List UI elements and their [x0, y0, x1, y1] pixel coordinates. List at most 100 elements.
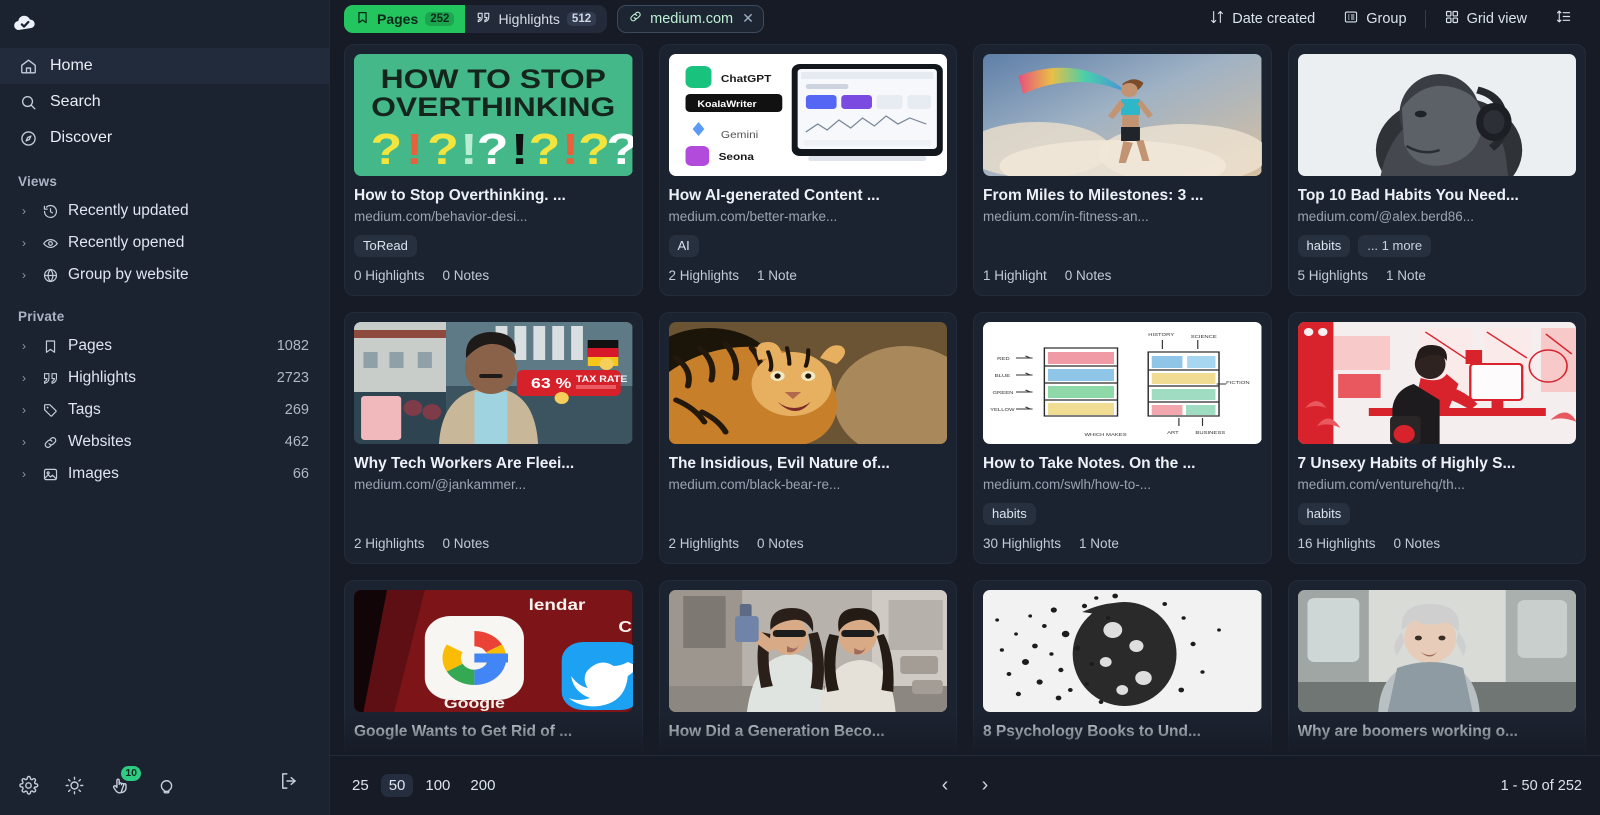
page-size-100[interactable]: 100 [417, 774, 458, 797]
svg-text:RED: RED [997, 356, 1009, 361]
card-item[interactable]: The Insidious, Evil Nature of... medium.… [658, 311, 957, 564]
chevron-left-icon[interactable]: ‹ [934, 774, 956, 797]
page-size-50[interactable]: 50 [380, 774, 414, 797]
chevron-right-icon[interactable]: › [22, 269, 32, 281]
card-url: medium.com/behavior-desi... [354, 208, 528, 224]
card-tags [669, 503, 948, 525]
card-thumbnail [1297, 589, 1576, 712]
sidebar-item-count: 2723 [276, 370, 309, 386]
quote-icon [41, 369, 59, 387]
chevron-right-icon[interactable]: › [22, 404, 32, 416]
chevron-right-icon[interactable]: › [22, 340, 32, 352]
card-title: 8 Psychology Books to Und... [983, 722, 1201, 740]
search-icon [18, 92, 38, 112]
sidebar-item-websites[interactable]: › Websites 462 [0, 426, 329, 458]
link-icon [41, 433, 59, 451]
sidebar-item-pages[interactable]: › Pages 1082 [0, 330, 329, 362]
card-item[interactable]: 8 Psychology Books to Und... [973, 579, 1272, 755]
density-button[interactable] [1541, 5, 1586, 33]
card-item[interactable]: ChatGPT KoalaWriter Gemini Seona How AI-… [658, 43, 957, 296]
sidebar-item-highlights[interactable]: › Highlights 2723 [0, 362, 329, 394]
filter-highlights-label: Highlights [498, 10, 560, 27]
toolbar-divider [1424, 9, 1426, 28]
svg-text:OVERTHINKING: OVERTHINKING [371, 92, 615, 122]
card-url: medium.com/@jankammer... [354, 476, 526, 492]
card-tags: habits [1297, 502, 1577, 525]
card-tag[interactable]: ToRead [354, 234, 417, 257]
sort-arrows-icon [1209, 9, 1225, 29]
card-tag[interactable]: habits [1297, 502, 1351, 525]
page-size-selector: 25 50 100 200 [344, 774, 503, 797]
card-thumbnail [1297, 321, 1576, 444]
svg-text:?: ? [529, 124, 561, 173]
chevron-right-icon[interactable]: › [22, 205, 32, 217]
sidebar-item-images[interactable]: › Images 66 [0, 458, 329, 490]
sidebar: Home Search Discover Views › Recently up… [0, 0, 330, 815]
cards-grid-viewport[interactable]: HOW TO STOP OVERTHINKING ? ! ? ! ? ! ? ! [330, 38, 1600, 755]
close-icon[interactable]: ✕ [740, 10, 754, 27]
card-title: Why are boomers working o... [1297, 722, 1518, 740]
cloud-check-icon[interactable] [10, 8, 40, 38]
page-size-200[interactable]: 200 [462, 774, 503, 797]
sidebar-item-group-by-website[interactable]: › Group by website [0, 259, 329, 291]
card-highlights-count: 2 Highlights [668, 267, 740, 283]
lightbulb-icon[interactable] [154, 773, 178, 797]
svg-text:?: ? [371, 124, 403, 173]
chevron-right-icon[interactable]: › [22, 372, 32, 384]
view-mode-button[interactable]: Grid view [1430, 5, 1541, 33]
card-item[interactable]: Why are boomers working o... [1287, 579, 1586, 755]
card-url: medium.com/in-fitness-an... [983, 208, 1149, 224]
filter-pages-label: Pages [377, 10, 419, 27]
sidebar-item-label: Highlights [68, 369, 137, 386]
chevron-right-icon[interactable]: › [22, 468, 32, 480]
sidebar-item-discover[interactable]: Discover [0, 120, 329, 156]
card-tag-more[interactable]: ... 1 more [1358, 234, 1432, 257]
sort-button[interactable]: Date created [1195, 5, 1329, 33]
card-notes-count: 0 Notes [757, 535, 804, 551]
page-size-25[interactable]: 25 [344, 774, 377, 797]
notifications-icon[interactable]: 10 [108, 766, 141, 797]
primary-nav: Home Search Discover [0, 48, 329, 156]
card-item[interactable]: Google lendar C Google Wants to Get Rid … [344, 579, 643, 755]
card-tag[interactable]: habits [983, 502, 1036, 525]
card-item[interactable]: HOW TO STOP OVERTHINKING ? ! ? ! ? ! ? ! [344, 43, 643, 296]
sidebar-item-tags[interactable]: › Tags 269 [0, 394, 329, 426]
gear-icon[interactable] [16, 773, 40, 797]
sidebar-item-recently-opened[interactable]: › Recently opened [0, 227, 329, 259]
filter-pages[interactable]: Pages 252 [344, 4, 466, 33]
card-item[interactable]: Top 10 Bad Habits You Need... medium.com… [1287, 43, 1586, 296]
svg-text:FICTION: FICTION [1226, 380, 1250, 385]
bottom-bar: 25 50 100 200 ‹ › 1 - 50 of 252 [330, 755, 1600, 815]
card-notes-count: 0 Notes [442, 267, 490, 283]
card-tags [354, 503, 633, 525]
filter-chip-website[interactable]: medium.com ✕ [617, 4, 764, 33]
card-item[interactable]: From Miles to Milestones: 3 ... medium.c… [973, 43, 1272, 296]
sidebar-item-label: Images [68, 465, 119, 482]
card-tags [983, 235, 1262, 257]
sidebar-item-search[interactable]: Search [0, 84, 329, 120]
filter-highlights[interactable]: Highlights 512 [465, 5, 607, 33]
chevron-right-icon[interactable]: › [22, 237, 32, 249]
filter-segmented-control: Pages 252 Highlights 512 [344, 4, 608, 33]
main-area: Pages 252 Highlights 512 medium.com ✕ Da… [330, 0, 1600, 815]
card-item[interactable]: 63 % TAX RATE Why Tech Workers Are Fleei… [344, 311, 643, 564]
card-highlights-count: 30 Highlights [983, 535, 1062, 551]
card-title: The Insidious, Evil Nature of... [668, 454, 890, 472]
group-button[interactable]: Group [1329, 5, 1420, 33]
sidebar-item-home[interactable]: Home [0, 48, 329, 84]
card-tag[interactable]: habits [1297, 234, 1351, 257]
card-title: How to Stop Overthinking. ... [354, 186, 566, 204]
chevron-right-icon[interactable]: › [22, 436, 32, 448]
sidebar-item-recently-updated[interactable]: › Recently updated [0, 195, 329, 227]
logout-icon[interactable] [278, 770, 300, 797]
card-tag[interactable]: AI [668, 234, 699, 257]
card-notes-count: 1 Note [1386, 267, 1426, 283]
chevron-right-icon[interactable]: › [974, 774, 996, 797]
card-thumbnail [983, 53, 1262, 176]
card-item[interactable]: How Did a Generation Beco... [658, 579, 957, 755]
card-item[interactable]: RED BLUE GREEN YELLOW HISTORY SCIENCE FICTI… [973, 311, 1272, 564]
brightness-icon[interactable] [62, 773, 86, 797]
svg-text:!: ! [406, 124, 423, 173]
globe-icon [41, 266, 59, 284]
card-item[interactable]: 7 Unsexy Habits of Highly S... medium.co… [1287, 311, 1586, 564]
